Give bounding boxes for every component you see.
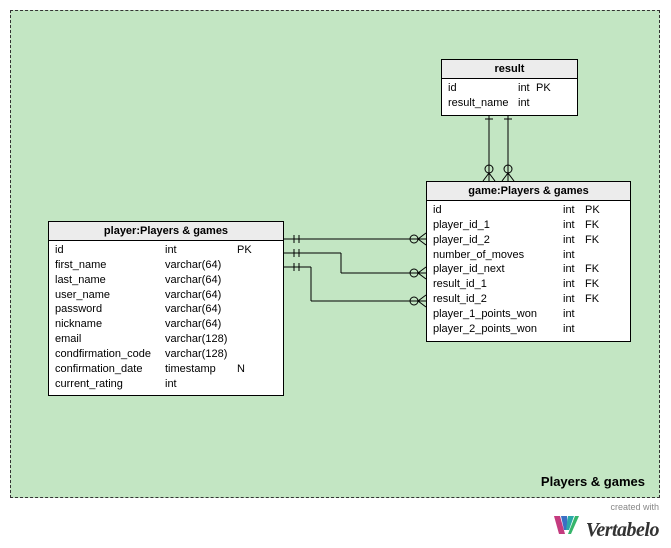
table-row: player_id_2intFK — [433, 233, 624, 248]
brand-name: Vertabelo — [586, 519, 659, 542]
table-row: nicknamevarchar(64) — [55, 317, 277, 332]
table-row: result_id_1intFK — [433, 277, 624, 292]
table-row: idintPK — [55, 243, 277, 258]
created-with-label: created with — [586, 503, 659, 513]
table-row: player_1_points_wonint — [433, 307, 624, 322]
diagram-canvas[interactable]: result idintPK result_nameint player:Pla… — [10, 10, 660, 498]
table-row: player_id_1intFK — [433, 218, 624, 233]
area-label: Players & games — [541, 474, 645, 489]
table-row: confirmation_datetimestampN — [55, 362, 277, 377]
table-row: number_of_movesint — [433, 248, 624, 263]
entity-game[interactable]: game:Players & games idintPK player_id_1… — [426, 181, 631, 342]
entity-title: game:Players & games — [427, 182, 630, 201]
table-row: condfirmation_codevarchar(128) — [55, 347, 277, 362]
entity-columns: idintPK player_id_1intFK player_id_2intF… — [427, 201, 630, 341]
table-row: player_id_nextintFK — [433, 262, 624, 277]
entity-title: result — [442, 60, 577, 79]
table-row: current_ratingint — [55, 377, 277, 392]
table-row: emailvarchar(128) — [55, 332, 277, 347]
entity-result[interactable]: result idintPK result_nameint — [441, 59, 578, 116]
table-row: result_id_2intFK — [433, 292, 624, 307]
table-row: idintPK — [433, 203, 624, 218]
table-row: idintPK — [448, 81, 571, 96]
table-row: first_namevarchar(64) — [55, 258, 277, 273]
vertabelo-logo-icon — [552, 512, 580, 540]
table-row: user_namevarchar(64) — [55, 288, 277, 303]
table-row: result_nameint — [448, 96, 571, 111]
table-row: last_namevarchar(64) — [55, 273, 277, 288]
table-row: passwordvarchar(64) — [55, 302, 277, 317]
table-row: player_2_points_wonint — [433, 322, 624, 337]
entity-player[interactable]: player:Players & games idintPK first_nam… — [48, 221, 284, 396]
entity-columns: idintPK result_nameint — [442, 79, 577, 115]
entity-columns: idintPK first_namevarchar(64) last_namev… — [49, 241, 283, 395]
watermark: created with Vertabelo — [552, 509, 659, 542]
entity-title: player:Players & games — [49, 222, 283, 241]
